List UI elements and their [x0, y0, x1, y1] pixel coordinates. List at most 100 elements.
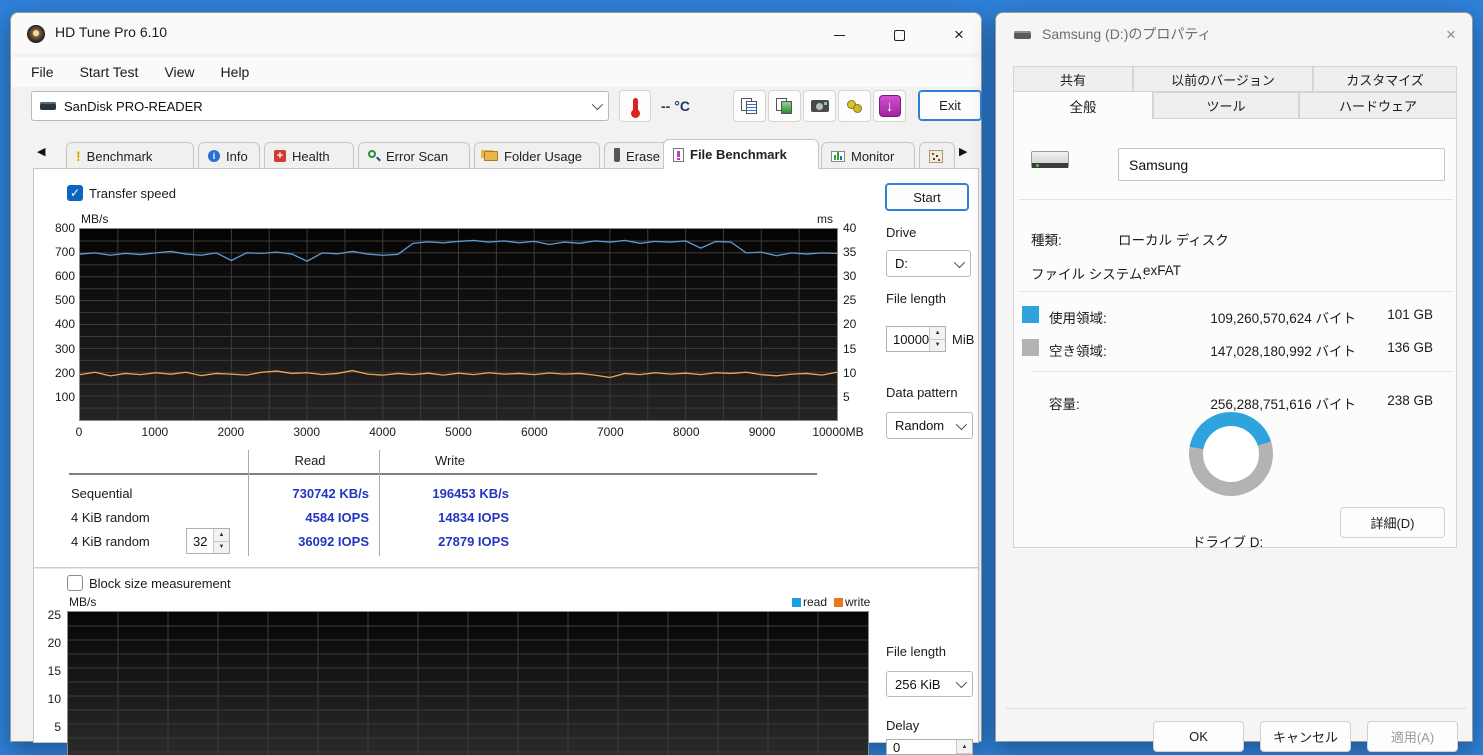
table-divider-2	[379, 450, 380, 556]
tab-label: 以前のバージョン	[1171, 70, 1275, 89]
details-button[interactable]: 詳細(D)	[1340, 507, 1445, 538]
spin-up-icon[interactable]: ▲	[957, 740, 972, 754]
axis-tick: 8000	[658, 425, 714, 439]
tab-file-benchmark[interactable]: File Benchmark	[663, 139, 819, 169]
file-length2-select[interactable]: 256 KiB	[886, 671, 973, 697]
axis-tick: 20	[843, 317, 869, 331]
data-pattern-select[interactable]: Random	[886, 412, 973, 439]
table-header-rule	[69, 473, 817, 475]
free-label: 空き領域:	[1049, 340, 1107, 360]
axis-tick: 10	[843, 366, 869, 380]
tab-customize[interactable]: カスタマイズ	[1313, 66, 1457, 92]
menu-file[interactable]: File	[31, 64, 54, 80]
scatter-icon	[929, 150, 943, 163]
tab-share[interactable]: 共有	[1013, 66, 1133, 92]
volume-name-input[interactable]	[1118, 148, 1445, 181]
menu-view[interactable]: View	[164, 64, 194, 80]
block-size-chart	[67, 611, 869, 755]
tab-previous-versions[interactable]: 以前のバージョン	[1133, 66, 1313, 92]
axis-tick: 9000	[734, 425, 790, 439]
axis-tick: 30	[843, 269, 869, 283]
apply-button[interactable]: 適用(A)	[1367, 721, 1458, 752]
free-bytes: 147,028,180,992 バイト	[1176, 340, 1356, 360]
minimize-button[interactable]	[816, 21, 862, 49]
screenshot-button[interactable]	[803, 90, 836, 122]
device-select[interactable]: SanDisk PRO-READER	[31, 91, 609, 121]
menu-start-test[interactable]: Start Test	[80, 64, 139, 80]
save-results-button[interactable]: ↓	[873, 90, 906, 122]
tab-monitor[interactable]: Monitor	[821, 142, 915, 169]
tab-erase[interactable]: Erase	[604, 142, 670, 169]
write-header: Write	[391, 453, 509, 468]
row-sequential-label: Sequential	[71, 486, 132, 501]
dialog-close-button[interactable]: ×	[1432, 21, 1470, 49]
tab-scroll-right[interactable]: ▶	[959, 145, 967, 158]
hdtune-window: HD Tune Pro 6.10 × File Start Test View …	[10, 12, 982, 742]
camera-icon	[811, 100, 829, 112]
axis-tick: 2000	[203, 425, 259, 439]
tab-benchmark[interactable]: ! Benchmark	[66, 142, 194, 169]
copy-text-button[interactable]	[733, 90, 766, 122]
tab-hardware[interactable]: ハードウェア	[1299, 92, 1457, 119]
copy-image-icon	[776, 98, 794, 114]
tab-health[interactable]: + Health	[264, 142, 354, 169]
tab-general[interactable]: 全般	[1013, 91, 1153, 119]
axis-tick: 400	[39, 317, 75, 331]
top-chart-yunit-left: MB/s	[81, 212, 108, 226]
hdtune-window-title: HD Tune Pro 6.10	[55, 24, 167, 40]
spin-up-icon[interactable]: ▲	[930, 327, 945, 340]
separator	[1019, 291, 1453, 292]
options-button[interactable]	[838, 90, 871, 122]
tab-scroll-left[interactable]: ◀	[37, 145, 45, 158]
temperature-button[interactable]	[619, 90, 651, 122]
transfer-speed-label: Transfer speed	[89, 186, 176, 201]
health-cross-icon: +	[274, 150, 286, 162]
drive-select[interactable]: D:	[886, 250, 971, 277]
tab-label: ツール	[1206, 96, 1245, 115]
spin-up-icon[interactable]: ▲	[214, 529, 229, 542]
tab-tools[interactable]: ツール	[1153, 92, 1299, 119]
transfer-speed-checkbox[interactable]: ✓	[67, 185, 83, 201]
tab-random-access-partial[interactable]	[919, 142, 955, 169]
delay-spinner[interactable]: 0 ▲	[886, 739, 973, 755]
axis-tick: 10000MB	[810, 425, 866, 439]
copy-image-button[interactable]	[768, 90, 801, 122]
tab-error-scan[interactable]: Error Scan	[358, 142, 470, 169]
used-bytes: 109,260,570,624 バイト	[1176, 307, 1356, 327]
axis-tick: 100	[39, 390, 75, 404]
maximize-button[interactable]	[876, 21, 922, 49]
file-length-spinner[interactable]: 10000 ▲▼	[886, 326, 946, 352]
folder-icon	[484, 151, 498, 161]
donut-hole	[1203, 426, 1259, 482]
spin-down-icon[interactable]: ▼	[214, 542, 229, 554]
row-4kib-write: 14834 IOPS	[391, 510, 509, 525]
legend-read-label: read	[803, 595, 827, 609]
tab-info[interactable]: i Info	[198, 142, 260, 169]
filesystem-label: ファイル システム:	[1031, 263, 1146, 283]
close-button[interactable]: ×	[936, 21, 982, 49]
queue-depth-spinner[interactable]: 32 ▲▼	[186, 528, 230, 554]
block-size-checkbox[interactable]	[67, 575, 83, 591]
spin-down-icon[interactable]: ▼	[930, 340, 945, 352]
read-header: Read	[251, 453, 369, 468]
tab-folder-usage[interactable]: Folder Usage	[474, 142, 600, 169]
ok-button[interactable]: OK	[1153, 721, 1244, 752]
axis-tick: 25	[35, 608, 61, 622]
cancel-button[interactable]: キャンセル	[1260, 721, 1351, 752]
menu-help[interactable]: Help	[221, 64, 250, 80]
row-sequential-write: 196453 KB/s	[391, 486, 509, 501]
keys-icon	[846, 98, 864, 114]
data-pattern-value: Random	[895, 418, 944, 433]
capacity-bytes: 256,288,751,616 バイト	[1176, 393, 1356, 413]
exit-button[interactable]: Exit	[918, 90, 982, 121]
details-label: 詳細(D)	[1370, 513, 1414, 532]
properties-dialog: Samsung (D:)のプロパティ × 共有 以前のバージョン カスタマイズ …	[995, 12, 1473, 742]
hdtune-app-icon	[27, 25, 45, 43]
transfer-speed-chart	[79, 228, 838, 421]
cancel-label: キャンセル	[1273, 727, 1338, 746]
start-button[interactable]: Start	[885, 183, 969, 211]
table-divider-1	[248, 450, 249, 556]
file-length2-label: File length	[886, 644, 946, 659]
start-label: Start	[913, 190, 940, 205]
drive-label: Drive	[886, 225, 916, 240]
